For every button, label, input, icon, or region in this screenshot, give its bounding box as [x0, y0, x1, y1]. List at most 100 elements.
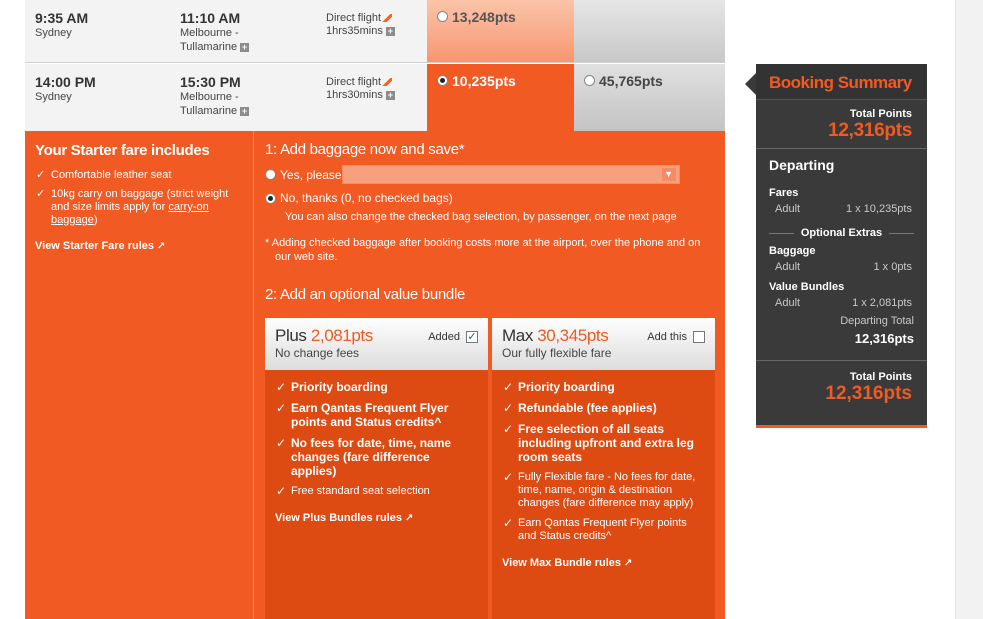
max-bundle-card: Max 30,345pts Our fully flexible fare Ad… [492, 318, 715, 619]
final-total-label: Total Points [849, 371, 912, 383]
max-bundle-header: Max 30,345pts Our fully flexible fare Ad… [492, 318, 715, 370]
flight-row[interactable]: 9:35 AM Sydney 11:10 AM Melbourne - Tull… [25, 0, 725, 63]
value-bundles-line: Adult 1 x 2,081pts [775, 297, 912, 309]
expand-plus-icon[interactable]: + [240, 42, 250, 52]
flex-price-cell[interactable]: 45,765pts [574, 64, 725, 131]
plus-bundle-toggle[interactable]: Added ✓ [428, 331, 478, 343]
flex-price-cell [574, 0, 725, 62]
arrival-time: 11:10 AM [180, 10, 241, 26]
baggage-yes-label: Yes, please [280, 167, 342, 182]
bundle-name: Max [502, 326, 533, 345]
max-bundle-body: Priority boarding Refundable (fee applie… [492, 370, 715, 579]
departing-total-value: 12,316pts [854, 331, 914, 346]
baggage-yes-radio[interactable] [265, 169, 276, 180]
baggage-title: 1: Add baggage now and save* [265, 141, 465, 158]
plus-bundle-card: Plus 2,081pts No change fees Added ✓ Pri… [265, 318, 488, 619]
value-bundles-label: Value Bundles [769, 281, 845, 293]
summary-total: Total Points 12,316pts [756, 100, 927, 149]
fares-label: Fares [769, 187, 799, 199]
departure-cell: 14:00 PM Sydney [35, 64, 96, 104]
optional-extras-divider: Optional Extras [769, 227, 915, 239]
plane-icon [382, 78, 393, 87]
arrival-cell: 11:10 AM Melbourne - Tullamarine + [180, 0, 250, 54]
fares-line: Adult 1 x 10,235pts [775, 203, 912, 215]
summary-final-total: Total Points 12,316pts [756, 360, 927, 405]
summary-title: Booking Summary [756, 64, 927, 100]
departure-city: Sydney [35, 91, 72, 103]
max-bundle-features: Priority boarding Refundable (fee applie… [502, 380, 705, 543]
bundle-price: 30,345pts [537, 326, 609, 345]
bundle-name: Plus [275, 326, 307, 345]
plus-bundle-rules-link[interactable]: View Plus Bundles rules ↗ [275, 512, 478, 524]
list-item: Earn Qantas Frequent Flyer points and St… [502, 517, 705, 543]
plus-bundle-checkbox-checked[interactable]: ✓ [466, 331, 478, 343]
chevron-down-icon: ▼ [661, 168, 676, 181]
flight-duration: 1hrs30mins [326, 89, 383, 101]
flight-type: Direct flight [326, 76, 382, 88]
departure-time: 14:00 PM [35, 74, 96, 90]
plane-icon [382, 14, 393, 23]
fare-options-panel: Your Starter fare includes Comfortable l… [25, 131, 725, 619]
bundle-toggle-label: Add this [647, 331, 687, 343]
list-item: Free standard seat selection [275, 485, 478, 498]
fare-radio[interactable] [437, 11, 448, 23]
expand-plus-icon[interactable]: + [240, 106, 250, 116]
fare-radio[interactable] [584, 75, 595, 87]
list-item: Priority boarding [502, 380, 705, 394]
departure-time: 9:35 AM [35, 10, 89, 26]
baggage-no-option[interactable]: No, thanks (0, no checked bags) [265, 191, 715, 205]
flight-info-cell: Direct flight 1hrs30mins + [326, 64, 395, 102]
fare-radio-selected[interactable] [437, 75, 448, 87]
baggage-line: Adult 1 x 0pts [775, 261, 912, 273]
bundle-price: 2,081pts [310, 326, 373, 345]
baggage-no-label: No, thanks (0, no checked bags) [280, 191, 453, 205]
fare-price: 13,248pts [452, 8, 516, 25]
max-bundle-checkbox[interactable] [693, 331, 705, 343]
plus-bundle-body: Priority boarding Earn Qantas Frequent F… [265, 370, 488, 534]
baggage-no-radio[interactable] [265, 192, 276, 204]
summary-pointer [745, 73, 756, 95]
expand-plus-icon[interactable]: + [385, 26, 395, 36]
starter-fare-panel: Your Starter fare includes Comfortable l… [25, 131, 254, 619]
list-item: No fees for date, time, name changes (fa… [275, 436, 478, 478]
departure-cell: 9:35 AM Sydney [35, 0, 88, 40]
list-item: 10kg carry on baggage (strict weight and… [35, 188, 243, 227]
list-item: Comfortable leather seat [35, 169, 243, 182]
flight-info-cell: Direct flight 1hrs35mins + [326, 0, 395, 38]
baggage-select[interactable]: ▼ [341, 165, 680, 184]
arrival-airport: Tullamarine [180, 105, 238, 117]
max-bundle-rules-link[interactable]: View Max Bundle rules ↗ [502, 557, 705, 569]
starter-includes-list: Comfortable leather seat 10kg carry on b… [35, 169, 243, 227]
fare-price: 10,235pts [452, 72, 516, 89]
total-points-label: Total Points [849, 108, 912, 120]
plus-bundle-header: Plus 2,081pts No change fees Added ✓ [265, 318, 488, 370]
starter-price-cell-selected[interactable]: 10,235pts [427, 64, 574, 131]
booking-summary: Booking Summary Total Points 12,316pts D… [745, 64, 927, 428]
expand-plus-icon[interactable]: + [385, 90, 395, 100]
arrival-time: 15:30 PM [180, 74, 241, 90]
list-item: Free selection of all seats including up… [502, 422, 705, 464]
right-gutter [955, 0, 983, 619]
plus-bundle-features: Priority boarding Earn Qantas Frequent F… [275, 380, 478, 498]
bundle-subtitle: Our fully flexible fare [502, 346, 612, 360]
starter-price-cell[interactable]: 13,248pts [427, 0, 574, 62]
baggage-note: You can also change the checked bag sele… [285, 211, 677, 223]
list-item: Fully Flexible fare - No fees for date, … [502, 471, 705, 510]
final-total-value: 12,316pts [825, 383, 912, 404]
summary-departing: Departing Fares Adult 1 x 10,235pts Optio… [756, 149, 927, 354]
external-link-icon: ↗ [157, 241, 166, 252]
baggage-label: Baggage [769, 245, 816, 257]
starter-fare-rules-link[interactable]: View Starter Fare rules ↗ [35, 240, 243, 252]
list-item: Refundable (fee applies) [502, 401, 705, 415]
baggage-yes-option[interactable]: Yes, please ▼ [265, 165, 715, 184]
departure-city: Sydney [35, 27, 72, 39]
arrival-city: Melbourne - [180, 91, 239, 103]
starter-title: Your Starter fare includes [35, 142, 210, 159]
bundle-toggle-label: Added [428, 331, 460, 343]
flight-type: Direct flight [326, 12, 382, 24]
total-points-value: 12,316pts [828, 120, 912, 141]
bundle-title: 2: Add an optional value bundle [265, 286, 466, 303]
arrival-cell: 15:30 PM Melbourne - Tullamarine + [180, 64, 250, 118]
max-bundle-toggle[interactable]: Add this [647, 331, 705, 343]
flight-row[interactable]: 14:00 PM Sydney 15:30 PM Melbourne - Tul… [25, 64, 725, 131]
